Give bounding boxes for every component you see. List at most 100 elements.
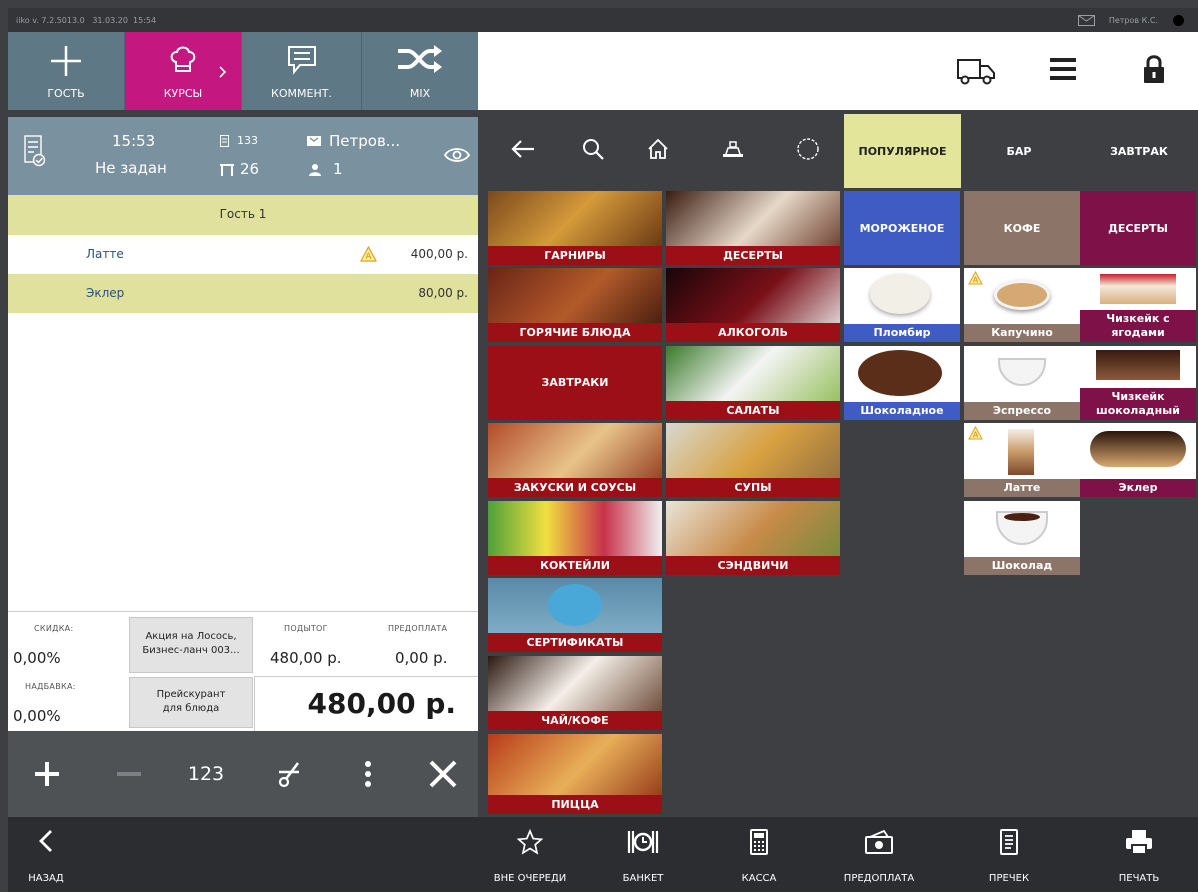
print-label: ПЕЧАТЬ — [1118, 873, 1160, 884]
banquet-button[interactable]: БАНКЕТ — [608, 817, 678, 892]
time-text: 15:54 — [133, 16, 157, 25]
order-tools: 123 — [8, 731, 478, 817]
category-tile[interactable]: СЕРТИФИКАТЫ — [488, 578, 662, 652]
tab-popular[interactable]: ПОПУЛЯРНОЕ — [844, 114, 961, 188]
category-tile[interactable]: ПИЦЦА — [488, 734, 662, 814]
comment-button[interactable]: КОММЕНТ. — [242, 32, 362, 110]
split-button[interactable] — [266, 731, 312, 817]
category-tile[interactable]: ЗАКУСКИ И СОУСЫ — [488, 423, 662, 497]
subcategory-desserts[interactable]: ДЕСЕРТЫ — [1080, 191, 1196, 265]
quantity-button[interactable]: 123 — [178, 731, 234, 817]
home-button[interactable] — [633, 110, 683, 188]
increase-button[interactable] — [24, 731, 70, 817]
product-tile[interactable]: Чизкейк шоколадный — [1080, 346, 1196, 420]
product-tile[interactable]: Шоколадное — [844, 346, 960, 420]
product-tile[interactable]: A Латте — [964, 423, 1080, 497]
order-list: Гость 1 Латте A 400,00 р. Эклер 80,00 р. — [8, 195, 478, 611]
plus-icon — [35, 762, 59, 786]
product-image — [998, 358, 1046, 386]
printer-icon — [1126, 830, 1152, 855]
tab-breakfast[interactable]: ЗАВТРАК — [1080, 114, 1198, 188]
out-of-queue-button[interactable]: ВНЕ ОЧЕРЕДИ — [482, 817, 578, 892]
lock-icon[interactable] — [1143, 54, 1165, 84]
markup-value[interactable]: 0,00% — [13, 707, 61, 725]
product-drink — [1004, 513, 1040, 521]
receipt-icon — [220, 135, 229, 147]
search-button[interactable] — [568, 110, 618, 188]
product-label: Шоколадное — [844, 402, 960, 420]
quantity-label: 123 — [187, 763, 225, 785]
order-time: 15:53 — [112, 132, 156, 150]
delivery-truck-icon[interactable] — [956, 56, 996, 86]
cashier-button[interactable]: КАССА — [724, 817, 794, 892]
category-tile[interactable]: КОКТЕЙЛИ — [488, 501, 662, 575]
promo-button[interactable]: Акция на Лосось, Бизнес-ланч 003... — [129, 617, 253, 673]
product-image — [994, 280, 1050, 310]
back-nav-button[interactable] — [498, 110, 548, 188]
shuffle-icon — [398, 45, 442, 73]
category-tile[interactable]: САЛАТЫ — [666, 346, 840, 420]
product-tile[interactable]: A Капучино — [964, 268, 1080, 342]
guest-header-row[interactable]: Гость 1 — [8, 195, 478, 235]
category-tile[interactable]: ДЕСЕРТЫ — [666, 191, 840, 265]
home-icon — [648, 138, 668, 159]
order-item-name: Эклер — [86, 286, 125, 300]
menu-icon[interactable] — [1050, 57, 1076, 81]
subtotal-label: ПОДЫТОГ — [284, 624, 328, 633]
mix-button[interactable]: MIX — [362, 32, 478, 110]
back-button[interactable]: НАЗАД — [16, 817, 76, 892]
category-tile[interactable]: АЛКОГОЛЬ — [666, 268, 840, 342]
product-label-line: шоколадный — [1096, 404, 1180, 417]
category-tile[interactable]: ГОРЯЧИЕ БЛЮДА — [488, 268, 662, 342]
category-tile[interactable]: СЭНДВИЧИ — [666, 501, 840, 575]
category-tile[interactable]: СУПЫ — [666, 423, 840, 497]
category-label: ДЕСЕРТЫ — [666, 246, 840, 265]
comment-label: КОММЕНТ. — [271, 87, 332, 100]
product-image — [1096, 350, 1180, 380]
print-button[interactable]: ПЕЧАТЬ — [1104, 817, 1174, 892]
more-options-button[interactable] — [348, 731, 388, 817]
order-toolbar: ГОСТЬ КУРСЫ КОММЕНТ. MIX — [8, 32, 478, 110]
prepay-label: ПРЕДОПЛАТА — [388, 624, 448, 633]
person-icon — [309, 164, 321, 176]
order-header[interactable]: 15:53 Не задан 133 26 Петров... 1 — [8, 117, 478, 195]
product-tile[interactable]: Пломбир — [844, 268, 960, 342]
waiter-name: Петров... — [329, 132, 401, 150]
category-tile[interactable]: ЧАЙ/КОФЕ — [488, 656, 662, 730]
version-text: iiko v. 7.2.5013.0 — [16, 16, 85, 25]
courses-button[interactable]: КУРСЫ — [125, 32, 242, 110]
envelope-icon[interactable] — [1077, 15, 1095, 26]
cashier-label: КАССА — [741, 873, 777, 884]
product-tile[interactable]: Эклер — [1080, 423, 1196, 497]
precheck-button[interactable]: ПРЕЧЕК — [974, 817, 1044, 892]
prepayment-button[interactable]: ПРЕДОПЛАТА — [834, 817, 924, 892]
top-right-panel — [478, 32, 1198, 110]
discount-value[interactable]: 0,00% — [13, 649, 61, 667]
product-label-line: Чизкейк с — [1106, 312, 1170, 325]
category-label: ЗАКУСКИ И СОУСЫ — [488, 478, 662, 497]
subcategory-ice-cream[interactable]: МОРОЖЕНОЕ — [844, 191, 960, 265]
banquet-label: БАНКЕТ — [622, 873, 664, 884]
category-tile[interactable]: ГАРНИРЫ — [488, 191, 662, 265]
order-item-row[interactable]: Латте A 400,00 р. — [8, 235, 478, 274]
scale-button[interactable] — [708, 110, 758, 188]
eye-icon[interactable] — [444, 147, 470, 163]
subcategory-coffee[interactable]: КОФЕ — [964, 191, 1080, 265]
tab-bar[interactable]: БАР — [964, 114, 1074, 188]
product-tile[interactable]: Шоколад — [964, 501, 1080, 575]
category-tile[interactable]: ЗАВТРАКИ — [488, 346, 662, 420]
product-tile[interactable]: Чизкейк с ягодами — [1080, 268, 1196, 342]
product-tile[interactable]: Эспрессо — [964, 346, 1080, 420]
order-check-icon — [24, 135, 46, 167]
add-guest-button[interactable]: ГОСТЬ — [8, 32, 125, 110]
warning-icon: A — [968, 271, 983, 285]
totals-panel: СКИДКА: 0,00% НАДБАВКА: 0,00% Акция на Л… — [8, 611, 478, 732]
category-label: САЛАТЫ — [666, 401, 840, 420]
order-item-row[interactable]: Эклер 80,00 р. — [8, 274, 478, 313]
tab-breakfast-label: ЗАВТРАК — [1110, 144, 1168, 158]
decrease-button[interactable] — [106, 731, 152, 817]
pricelist-button[interactable]: Прейскурант для блюда — [129, 677, 253, 728]
delete-button[interactable] — [420, 731, 466, 817]
precheck-label: ПРЕЧЕК — [988, 873, 1030, 884]
product-image — [858, 350, 942, 396]
